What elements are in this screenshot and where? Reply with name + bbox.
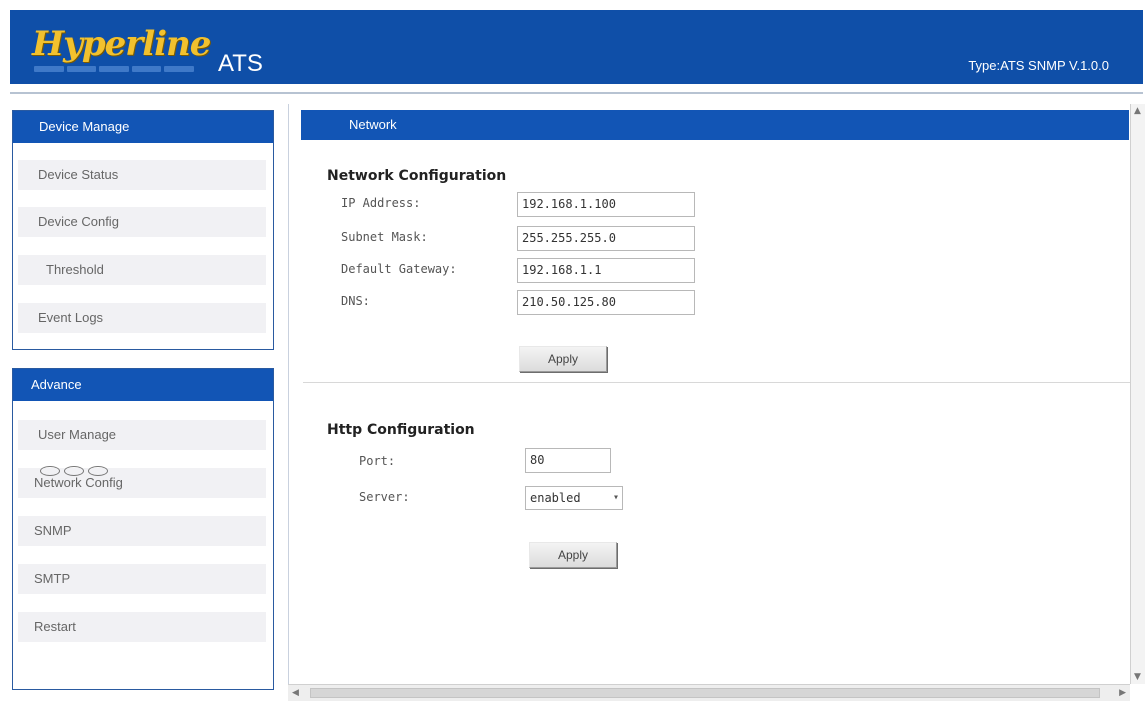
horizontal-scrollbar[interactable]: ◀ ▶: [288, 684, 1130, 701]
server-label: Server:: [359, 490, 410, 504]
section-divider: [303, 382, 1131, 383]
nav-network-config[interactable]: Network Config: [18, 466, 266, 498]
http-apply-button[interactable]: Apply: [529, 542, 617, 568]
vertical-scrollbar[interactable]: ▲ ▼: [1130, 104, 1145, 684]
header-divider: [10, 92, 1143, 94]
scroll-down-icon[interactable]: ▼: [1134, 672, 1141, 682]
scroll-right-icon[interactable]: ▶: [1119, 688, 1126, 698]
product-name: ATS: [218, 50, 263, 77]
chevron-down-icon: ▾: [612, 492, 619, 503]
logo-tagline-bar: [34, 66, 194, 76]
nav-user-manage[interactable]: User Manage: [18, 420, 266, 450]
logo-text: Hyperline: [32, 24, 211, 64]
device-manage-panel: Device Manage Device Status Device Confi…: [12, 110, 274, 350]
top-header: Hyperline ATS Type:ATS SNMP V.1.0.0: [10, 10, 1143, 84]
main-content: Network Network Configuration IP Address…: [288, 104, 1131, 684]
default-gateway-label: Default Gateway:: [341, 262, 457, 276]
nav-device-config[interactable]: Device Config: [18, 207, 266, 237]
dns-label: DNS:: [341, 294, 370, 308]
nav-smtp[interactable]: SMTP: [18, 564, 266, 594]
port-field[interactable]: 80: [525, 448, 611, 473]
default-gateway-field[interactable]: 192.168.1.1: [517, 258, 695, 283]
scroll-up-icon[interactable]: ▲: [1134, 106, 1141, 116]
nav-device-status[interactable]: Device Status: [18, 160, 266, 190]
nav-event-logs[interactable]: Event Logs: [18, 303, 266, 333]
http-config-title: Http Configuration: [327, 422, 475, 438]
main-title: Network: [301, 110, 1129, 140]
brand-logo: Hyperline: [32, 24, 211, 80]
subnet-mask-label: Subnet Mask:: [341, 230, 428, 244]
selected-marker-icon: [40, 466, 108, 476]
network-apply-button[interactable]: Apply: [519, 346, 607, 372]
server-select-value: enabled: [530, 491, 581, 505]
horizontal-scroll-thumb[interactable]: [310, 688, 1100, 698]
port-label: Port:: [359, 454, 396, 468]
dns-field[interactable]: 210.50.125.80: [517, 290, 695, 315]
subnet-mask-field[interactable]: 255.255.255.0: [517, 226, 695, 251]
network-config-title: Network Configuration: [327, 168, 507, 184]
advance-title: Advance: [13, 369, 273, 401]
advance-panel: Advance User Manage Network Config SNMP …: [12, 368, 274, 690]
ip-address-field[interactable]: 192.168.1.100: [517, 192, 695, 217]
nav-threshold[interactable]: Threshold: [18, 255, 266, 285]
server-select[interactable]: enabled ▾: [525, 486, 623, 510]
version-label: Type:ATS SNMP V.1.0.0: [968, 58, 1109, 73]
scroll-left-icon[interactable]: ◀: [292, 688, 299, 698]
nav-snmp[interactable]: SNMP: [18, 516, 266, 546]
ip-address-label: IP Address:: [341, 196, 421, 210]
nav-network-config-label: Network Config: [34, 475, 123, 490]
device-manage-title: Device Manage: [13, 111, 273, 143]
nav-restart[interactable]: Restart: [18, 612, 266, 642]
